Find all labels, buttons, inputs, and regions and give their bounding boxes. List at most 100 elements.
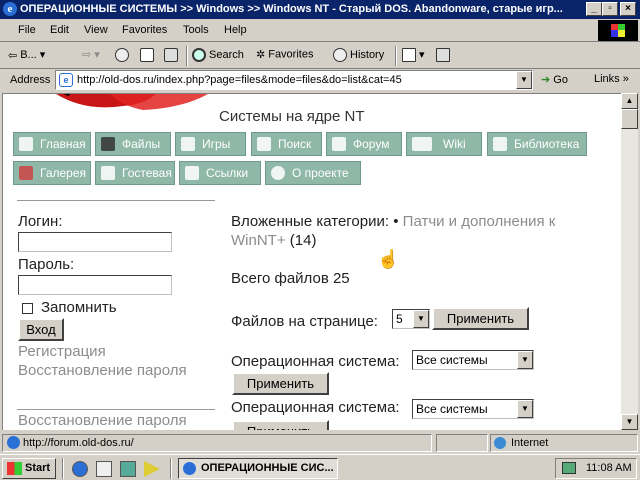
files-icon [101,137,115,151]
start-button[interactable]: Start [2,458,56,479]
desktop-quicklaunch-icon[interactable] [120,461,136,477]
nav-gallery[interactable]: Галерея [13,161,91,185]
nav-label: Гостевая [122,166,172,180]
mail-button[interactable]: ▾ [402,48,425,63]
history-icon [333,48,347,62]
password-label: Пароль: [18,256,75,273]
network-tray-icon[interactable] [562,462,576,474]
start-label: Start [25,462,51,474]
nav-label: Поиск [278,137,312,151]
zone-panel: Internet [490,434,638,452]
ie-quicklaunch-icon[interactable] [72,461,88,477]
apply-os-button-2[interactable]: Применить [232,420,329,430]
maximize-button[interactable]: ▫ [602,2,618,16]
restore-password-link-2[interactable]: Восстановление пароля [18,412,187,429]
dropdown-arrow-icon: ▼ [413,310,429,328]
favorites-button[interactable]: ✲ Favorites [256,48,313,61]
menu-edit[interactable]: Edit [50,24,69,36]
per-page-value: 5 [396,312,403,326]
nav-guestbook[interactable]: Гостевая [95,161,175,185]
guestbook-icon [101,166,115,180]
menu-tools[interactable]: Tools [183,24,209,36]
links-button[interactable]: Links » [594,73,629,85]
address-input[interactable] [77,74,507,86]
subcategory-link-cont[interactable]: WinNT+ [231,232,286,249]
address-dropdown-button[interactable]: ▼ [516,71,532,89]
taskbar-window-button[interactable]: ОПЕРАЦИОННЫЕ СИС... [178,458,338,479]
ie-status-icon [7,436,20,449]
apply-per-page-button[interactable]: Применить [432,307,529,330]
login-input[interactable] [18,232,172,252]
menu-view[interactable]: View [84,24,108,36]
close-button[interactable]: × [620,2,636,16]
menu-help[interactable]: Help [224,24,247,36]
bullet: • [393,213,399,230]
search-button[interactable]: Search [192,48,244,62]
nav-home[interactable]: Главная [13,132,91,156]
links-icon [185,166,199,180]
title-bar[interactable]: e ОПЕРАЦИОННЫЕ СИСТЕМЫ >> Windows >> Win… [0,0,640,19]
nav-links[interactable]: Ссылки [179,161,261,185]
forward-button[interactable]: ⇨ ▾ [82,48,100,61]
os-select[interactable]: Все системы ▼ [412,350,534,370]
restore-password-link[interactable]: Восстановление пароля [18,362,187,379]
history-button[interactable]: History [333,48,384,62]
media-quicklaunch-icon[interactable] [144,461,160,477]
ie-icon [183,462,196,475]
scroll-down-button[interactable]: ▼ [621,414,638,430]
forward-arrow-icon: ⇨ [82,49,92,61]
per-page-select[interactable]: 5 ▼ [392,309,430,329]
scroll-thumb[interactable] [621,109,638,129]
go-arrow-icon: ➔ [541,74,551,86]
address-bar: Address e ▼ ➔ Go Links » [0,70,640,91]
games-icon [181,137,195,151]
globe-icon [494,437,506,449]
vertical-scrollbar[interactable]: ▲ ▼ [621,93,638,430]
nav-label: Wiki [443,137,466,151]
forum-icon [332,137,346,151]
login-button[interactable]: Вход [18,318,64,341]
page-content: Системы на ядре NT Главная Файлы Игры По… [2,93,621,430]
stop-button[interactable] [115,48,132,62]
nav-label: Игры [202,137,231,151]
password-input[interactable] [18,275,172,295]
site-logo[interactable] [43,93,213,124]
hand-cursor-icon: ☝ [377,249,400,269]
toolbar-separator [395,46,397,66]
back-label: B... [20,49,37,61]
home-button[interactable] [164,48,181,62]
menu-file[interactable]: File [18,24,36,36]
outlook-quicklaunch-icon[interactable] [96,461,112,477]
stop-icon [115,48,129,62]
print-button[interactable] [436,48,453,62]
system-tray: 11:08 AM [555,458,637,479]
nav-wiki[interactable]: Wiki [406,132,482,156]
menu-favorites[interactable]: Favorites [122,24,167,36]
os-label: Операционная система: [231,353,400,370]
favorites-star-icon: ✲ [256,49,266,61]
go-button[interactable]: ➔ Go [541,73,568,86]
minimize-button[interactable]: _ [586,2,602,16]
remember-checkbox[interactable] [22,303,33,314]
register-link[interactable]: Регистрация [18,343,106,360]
back-button[interactable]: ⇦ B... ▾ [8,48,45,62]
os-select-2[interactable]: Все системы ▼ [412,399,534,419]
nav-library[interactable]: Библиотека [487,132,587,156]
refresh-button[interactable] [140,48,157,62]
clock[interactable]: 11:08 AM [586,462,632,474]
dropdown-arrow-icon: ▼ [517,351,533,369]
nav-games[interactable]: Игры [175,132,246,156]
subcategory-line-2: WinNT+ (14) [231,232,316,249]
subcategory-link[interactable]: Патчи и дополнения к [403,213,556,230]
scroll-up-button[interactable]: ▲ [621,93,638,109]
nav-forum[interactable]: Форум [326,132,402,156]
address-field[interactable]: e ▼ [55,70,533,90]
status-bar: http://forum.old-dos.ru/ Internet [0,432,640,454]
nav-files[interactable]: Файлы [95,132,171,156]
toolbar: ⇦ B... ▾ ⇨ ▾ Search ✲ Favorites History ▾ [0,43,640,69]
apply-os-button[interactable]: Применить [232,372,329,395]
subcategory-count: (14) [289,232,317,249]
nav-search[interactable]: Поиск [251,132,322,156]
home-icon [19,137,33,151]
nav-about[interactable]: О проекте [265,161,361,185]
